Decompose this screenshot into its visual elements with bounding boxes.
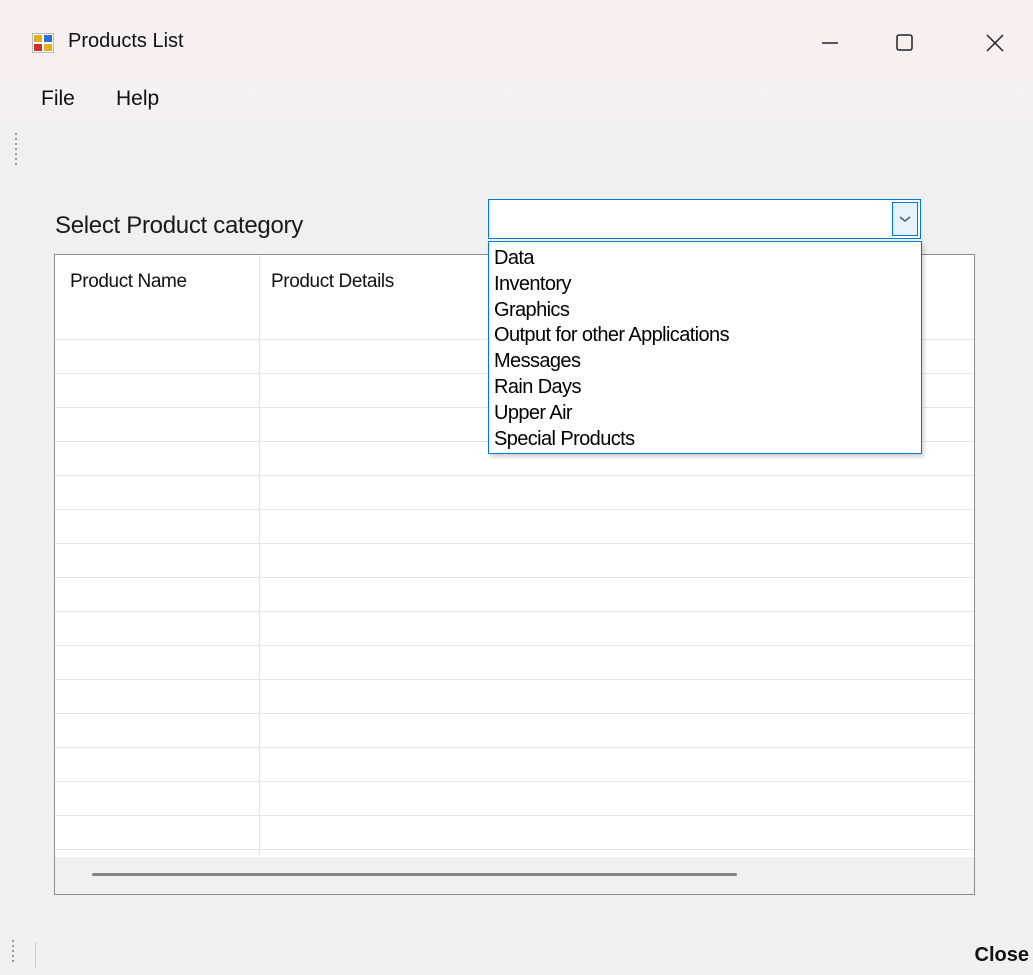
horizontal-scrollbar[interactable] (55, 857, 974, 894)
menu-bar: File Help (0, 82, 1033, 120)
grid-row-line (55, 713, 974, 714)
toolbar (0, 120, 1033, 170)
combobox-dropdown-button[interactable] (892, 202, 918, 236)
grid-row-line (55, 577, 974, 578)
column-header-product-name[interactable]: Product Name (70, 271, 187, 293)
grid-row-line (55, 747, 974, 748)
status-divider (35, 942, 36, 968)
toolbar-grip[interactable] (15, 133, 19, 168)
minimize-button[interactable] (800, 18, 860, 68)
title-bar[interactable]: Products List (0, 0, 1033, 82)
products-list-window: Products List File Help Select Product c… (0, 0, 1033, 975)
close-button[interactable]: Close (975, 944, 1029, 967)
menu-help[interactable]: Help (110, 85, 165, 113)
close-icon (986, 34, 1004, 52)
maximize-button[interactable] (875, 18, 935, 68)
category-dropdown-list: Data Inventory Graphics Output for other… (488, 241, 922, 454)
grid-row-line (55, 475, 974, 476)
grid-row-line (55, 781, 974, 782)
grid-row-line (55, 611, 974, 612)
grid-row-line (55, 509, 974, 510)
close-window-button[interactable] (965, 18, 1025, 68)
dropdown-option-inventory[interactable]: Inventory (489, 272, 921, 298)
chevron-down-icon (899, 216, 911, 222)
dropdown-option-messages[interactable]: Messages (489, 349, 921, 375)
grid-row-line (55, 543, 974, 544)
app-icon (32, 33, 54, 53)
dropdown-option-output-for-other-applications[interactable]: Output for other Applications (489, 323, 921, 349)
grid-row-line (55, 679, 974, 680)
dropdown-option-rain-days[interactable]: Rain Days (489, 375, 921, 401)
maximize-icon (896, 34, 913, 51)
grid-row-line (55, 645, 974, 646)
status-grip[interactable] (12, 940, 16, 965)
minimize-icon (822, 42, 838, 44)
status-strip: Close (0, 932, 1033, 975)
dropdown-option-data[interactable]: Data (489, 246, 921, 272)
dropdown-option-upper-air[interactable]: Upper Air (489, 401, 921, 427)
dropdown-option-graphics[interactable]: Graphics (489, 298, 921, 324)
grid-row-line (55, 815, 974, 816)
column-separator (259, 255, 260, 855)
grid-row-line (55, 849, 974, 850)
category-label: Select Product category (55, 212, 303, 239)
scrollbar-thumb[interactable] (92, 873, 737, 876)
menu-file[interactable]: File (35, 85, 81, 113)
dropdown-option-special-products[interactable]: Special Products (489, 427, 921, 453)
category-combobox[interactable] (488, 199, 921, 239)
window-title: Products List (68, 30, 184, 52)
column-header-product-details[interactable]: Product Details (271, 271, 394, 293)
